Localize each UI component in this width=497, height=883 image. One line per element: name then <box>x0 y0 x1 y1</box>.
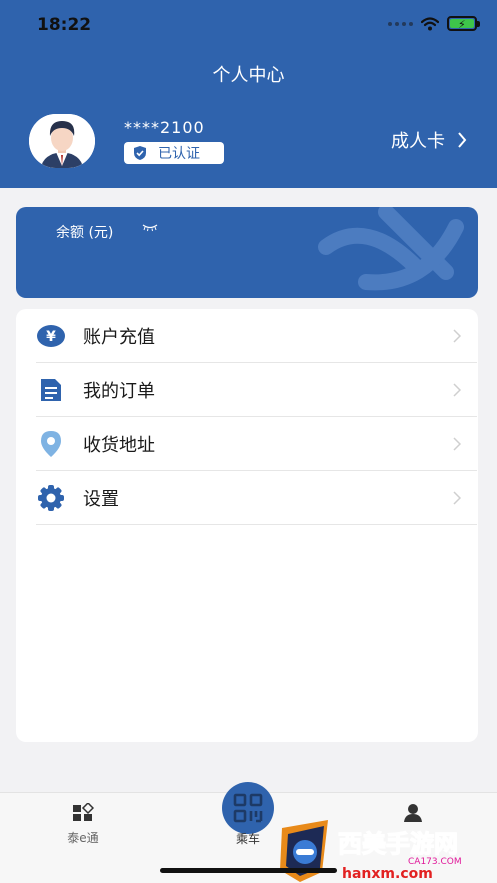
user-phone: ****2100 <box>124 118 205 137</box>
menu-item-label: 收货地址 <box>83 434 155 456</box>
verified-shield-icon <box>134 146 146 160</box>
status-icons: ⚡ <box>388 16 480 31</box>
menu-item-label: 我的订单 <box>83 380 155 402</box>
watermark-text: 西美手游网 <box>338 830 458 858</box>
menu-item-label: 设置 <box>83 488 119 510</box>
balance-card[interactable]: 余额 (元) <box>16 207 478 298</box>
svg-text:¥: ¥ <box>46 329 56 345</box>
tab-home-label: 泰e通 <box>67 831 99 845</box>
chevron-right-icon <box>453 490 461 505</box>
ride-qr-button[interactable] <box>222 782 274 834</box>
menu-panel: ¥ 账户充值 我的订单 收货地址 设置 <box>16 309 478 742</box>
menu-item-orders[interactable]: 我的订单 <box>36 363 477 417</box>
chevron-right-icon <box>453 436 461 451</box>
avatar[interactable] <box>29 114 95 168</box>
chevron-right-icon <box>453 328 461 343</box>
battery-icon: ⚡ <box>447 16 480 31</box>
home-indicator <box>160 868 337 873</box>
menu-item-settings[interactable]: 设置 <box>36 471 477 525</box>
tab-ride-label: 乘车 <box>235 832 260 846</box>
chevron-right-icon <box>453 382 461 397</box>
signal-icon <box>388 21 413 26</box>
card-watermark-logo <box>318 207 464 291</box>
gear-icon <box>36 483 66 513</box>
qr-code-icon <box>233 793 263 823</box>
tab-home[interactable]: 泰e通 <box>60 803 106 846</box>
eye-closed-icon[interactable] <box>142 222 158 232</box>
yen-icon: ¥ <box>36 321 66 351</box>
menu-item-address[interactable]: 收货地址 <box>36 417 477 471</box>
location-pin-icon <box>36 429 66 459</box>
chevron-right-icon <box>458 132 467 148</box>
document-icon <box>36 375 66 405</box>
watermark-site: hanxm.com <box>342 866 433 882</box>
verified-label: 已认证 <box>158 146 200 162</box>
menu-item-recharge[interactable]: ¥ 账户充值 <box>36 309 477 363</box>
balance-label: 余额 (元) <box>56 225 114 241</box>
card-type-label: 成人卡 <box>391 131 445 152</box>
apps-grid-icon <box>73 803 94 821</box>
page-title: 个人中心 <box>212 65 285 86</box>
menu-item-label: 账户充值 <box>83 326 155 348</box>
status-bar: 18:22 ⚡ <box>0 0 497 48</box>
status-time: 18:22 <box>37 15 92 35</box>
site-watermark: 西美手游网 CA173.COM hanxm.com <box>278 820 497 883</box>
card-type-link[interactable]: 成人卡 <box>391 127 467 153</box>
wifi-icon <box>421 16 439 30</box>
verified-badge: 已认证 <box>124 142 224 164</box>
